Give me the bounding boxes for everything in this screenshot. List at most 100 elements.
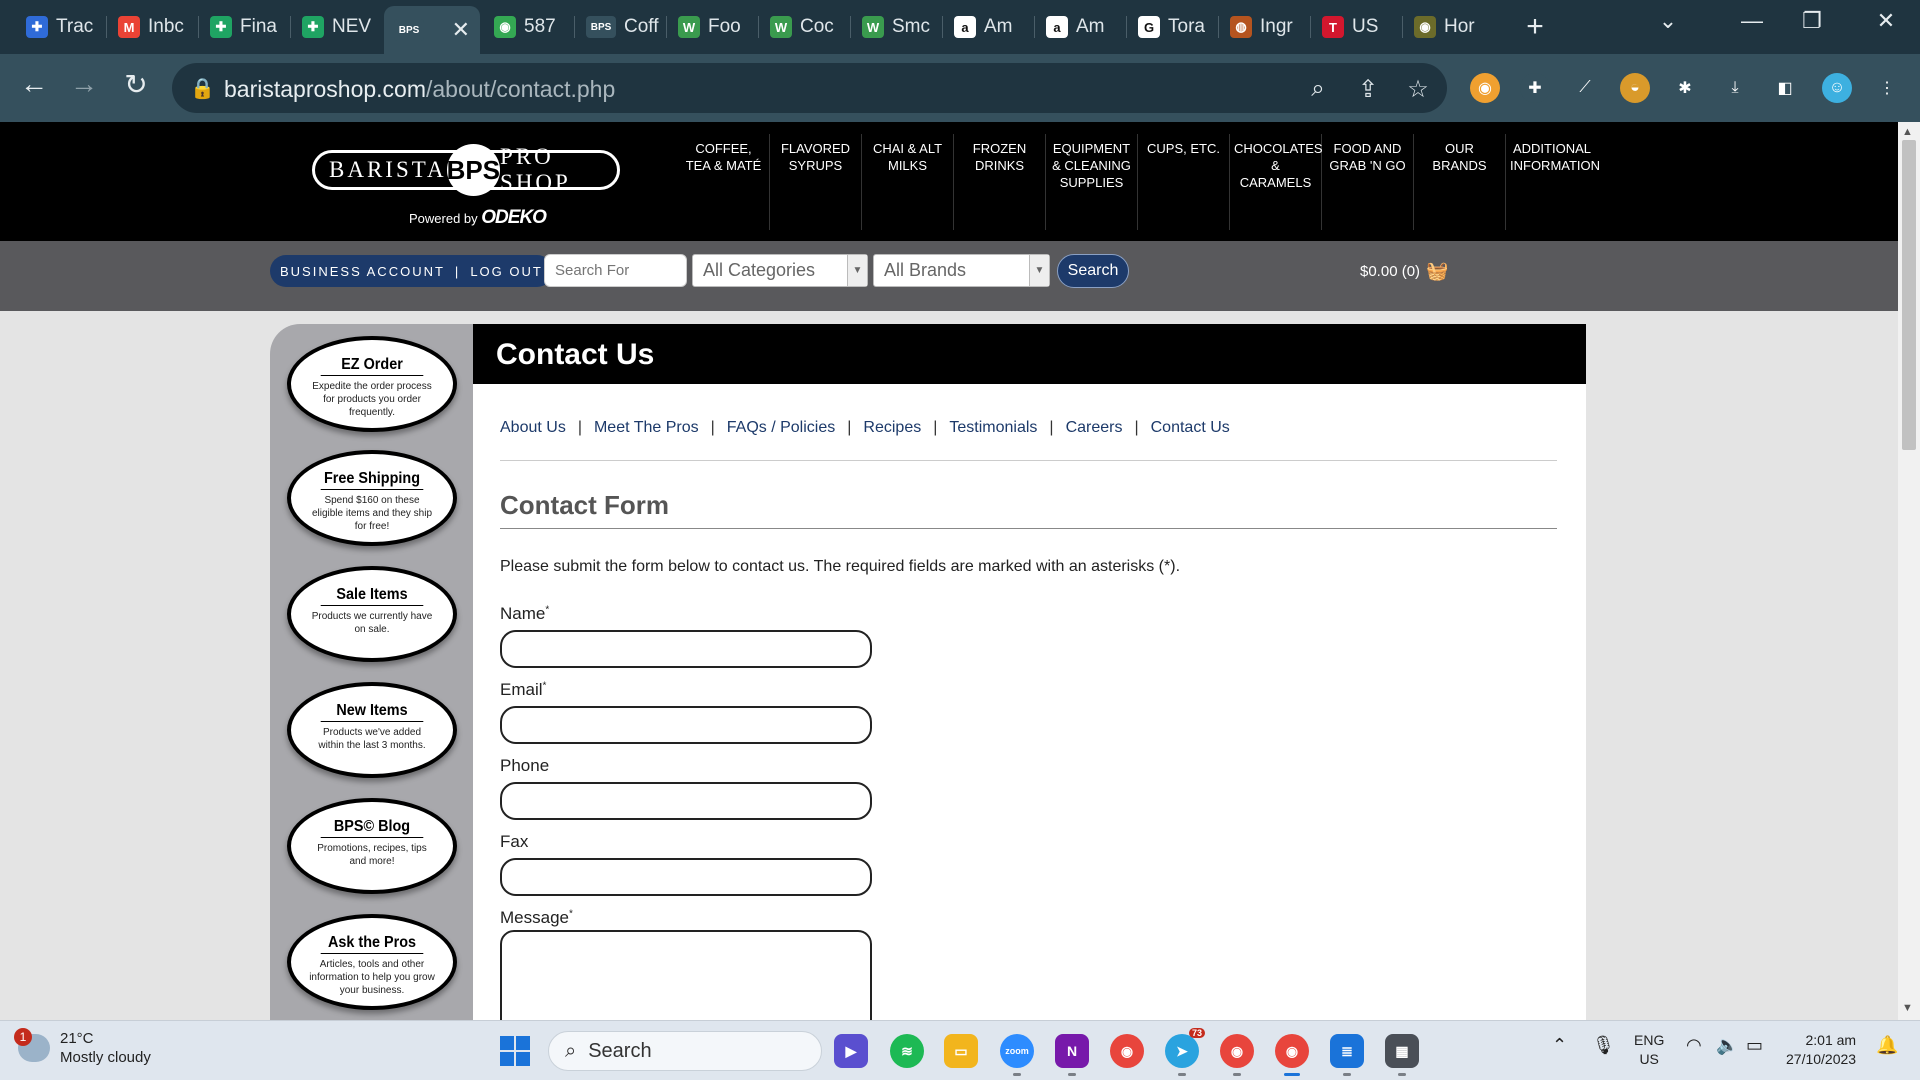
extension-2-icon[interactable]: ✚ — [1520, 73, 1550, 103]
nav-item[interactable]: OUR BRANDS — [1414, 134, 1506, 230]
meet-app-icon[interactable]: ▶ — [834, 1034, 868, 1068]
microphone-icon[interactable]: 🎙 — [1592, 1035, 1615, 1056]
browser-tab[interactable]: ✚ Trac — [16, 8, 108, 46]
browser-tab[interactable]: T US — [1312, 8, 1404, 46]
nav-item[interactable]: CUPS, ETC. — [1138, 134, 1230, 230]
nav-item[interactable]: CHAI & ALT MILKS — [862, 134, 954, 230]
browser-tab[interactable]: M Inbc — [108, 8, 200, 46]
weather-widget[interactable]: 1 21°C Mostly cloudy — [14, 1028, 151, 1067]
name-field[interactable] — [500, 630, 872, 668]
minimize-icon[interactable]: — — [1732, 8, 1772, 34]
nav-item[interactable]: FOOD AND GRAB 'N GO — [1322, 134, 1414, 230]
brands-select[interactable]: All Brands ▼ — [873, 254, 1050, 287]
site-logo[interactable]: BARISTA BPS PRO SHOP — [312, 144, 620, 196]
email-field[interactable] — [500, 706, 872, 744]
zoom-icon[interactable]: zoom — [1000, 1034, 1034, 1076]
extension-4-icon[interactable]: ◒ — [1620, 73, 1650, 103]
sidebar-bubble[interactable]: Free Shipping Spend $160 on these eligibl… — [287, 450, 457, 546]
address-bar[interactable]: 🔒 baristaproshop.com/about/contact.php ⌕… — [172, 63, 1447, 113]
browser-tab[interactable]: BPS ✕ — [384, 6, 480, 54]
browser-tab[interactable]: G Tora — [1128, 8, 1220, 46]
categories-select[interactable]: All Categories ▼ — [692, 254, 868, 287]
restore-icon[interactable]: ❐ — [1792, 8, 1832, 34]
close-window-icon[interactable]: ✕ — [1866, 8, 1906, 34]
new-tab-button[interactable]: + — [1518, 10, 1552, 44]
tray-overflow-icon[interactable]: ⌃ — [1552, 1035, 1567, 1056]
sidebar-bubble[interactable]: Sale Items Products we currently have on … — [287, 566, 457, 662]
fax-field[interactable] — [500, 858, 872, 896]
scroll-up-icon[interactable]: ▲ — [1902, 126, 1913, 138]
onenote-icon[interactable]: N — [1055, 1034, 1089, 1076]
spotify-icon[interactable]: ≋ — [890, 1034, 924, 1068]
browser-tab[interactable]: W Foo — [668, 8, 760, 46]
scrollbar-thumb[interactable] — [1902, 140, 1916, 450]
extension-3-icon[interactable]: ⟋ — [1570, 73, 1600, 103]
nav-item[interactable]: CHOCOLATES & CARAMELS — [1230, 134, 1323, 230]
nav-item[interactable]: ADDITIONAL INFORMATION — [1506, 134, 1600, 230]
extensions-puzzle-icon[interactable]: ✱ — [1670, 73, 1700, 103]
nav-item[interactable]: EQUIPMENT & CLEANING SUPPLIES — [1046, 134, 1138, 230]
reload-icon[interactable]: ↻ — [116, 68, 156, 101]
browser-tab[interactable]: W Coc — [760, 8, 852, 46]
file-explorer-icon[interactable]: ▭ — [944, 1034, 978, 1068]
nav-item[interactable]: FROZEN DRINKS — [954, 134, 1046, 230]
cart-summary[interactable]: $0.00 (0) 🧺 — [1360, 261, 1448, 282]
battery-icon[interactable]: ▭ — [1746, 1035, 1763, 1056]
browser-tab[interactable]: ✚ NEV — [292, 8, 384, 46]
chrome-profile-icon[interactable]: ◉ — [1220, 1034, 1254, 1076]
subnav-link[interactable]: Contact Us — [1151, 419, 1230, 437]
browser-tab[interactable]: ◍ Ingr — [1220, 8, 1312, 46]
page-scrollbar[interactable]: ▲ ▼ — [1898, 122, 1920, 1020]
zoom-icon[interactable]: ⌕ — [1302, 75, 1334, 103]
browser-tab[interactable]: ◉ 587 — [484, 8, 576, 46]
search-button[interactable]: Search — [1057, 254, 1129, 288]
chrome-active-icon[interactable]: ◉ — [1275, 1034, 1309, 1076]
extension-1-icon[interactable]: ◉ — [1470, 73, 1500, 103]
calculator-icon[interactable]: ▦ — [1385, 1034, 1419, 1076]
chrome-icon[interactable]: ◉ — [1110, 1034, 1144, 1068]
subnav-link[interactable]: Meet The Pros — [594, 419, 699, 437]
browser-tab[interactable]: a Am — [944, 8, 1036, 46]
phone-field[interactable] — [500, 782, 872, 820]
logout-link[interactable]: LOG OUT — [470, 264, 543, 279]
subnav-link[interactable]: About Us — [500, 419, 566, 437]
language-indicator[interactable]: ENG US — [1634, 1031, 1664, 1069]
browser-tab[interactable]: ◉ Hor — [1404, 8, 1496, 46]
scroll-down-icon[interactable]: ▼ — [1902, 1002, 1913, 1014]
forward-icon[interactable]: → — [64, 68, 104, 100]
nav-item[interactable]: COFFEE, TEA & MATÉ — [678, 134, 770, 230]
subnav-link[interactable]: Careers — [1066, 419, 1123, 437]
start-button[interactable] — [500, 1036, 530, 1066]
volume-icon[interactable]: 🔈 — [1716, 1035, 1738, 1056]
bookmark-star-icon[interactable]: ☆ — [1402, 75, 1434, 104]
sidebar-bubble[interactable]: New Items Products we've added within the… — [287, 682, 457, 778]
browser-tab[interactable]: a Am — [1036, 8, 1128, 46]
back-icon[interactable]: ← — [14, 68, 54, 100]
sidebar-bubble[interactable]: Ask the Pros Articles, tools and other in… — [287, 914, 457, 1010]
search-input[interactable] — [544, 254, 687, 287]
subnav-link[interactable]: Recipes — [863, 419, 921, 437]
business-account-link[interactable]: BUSINESS ACCOUNT — [280, 264, 445, 279]
nav-item[interactable]: FLAVORED SYRUPS — [770, 134, 862, 230]
browser-tab[interactable]: BPS Coff — [576, 8, 668, 46]
close-tab-icon[interactable]: ✕ — [452, 17, 470, 43]
subnav-link[interactable]: FAQs / Policies — [727, 419, 835, 437]
clock[interactable]: 2:01 am 27/10/2023 — [1786, 1031, 1856, 1069]
sidebar-bubble[interactable]: EZ Order Expedite the order process for p… — [287, 336, 457, 432]
telegram-icon[interactable]: ➤ 73 — [1165, 1028, 1205, 1076]
download-icon[interactable]: ⤓ — [1720, 73, 1750, 103]
message-textarea[interactable] — [500, 930, 872, 1020]
wifi-icon[interactable]: ◠ — [1686, 1035, 1702, 1056]
share-icon[interactable]: ⇪ — [1352, 75, 1384, 104]
side-panel-icon[interactable]: ◧ — [1770, 73, 1800, 103]
subnav-link[interactable]: Testimonials — [949, 419, 1037, 437]
notification-bell-icon[interactable]: 🔔 — [1876, 1035, 1898, 1056]
browser-tab[interactable]: W Smc — [852, 8, 944, 46]
browser-tab[interactable]: ✚ Fina — [200, 8, 292, 46]
tab-search-icon[interactable]: ⌄ — [1648, 8, 1688, 34]
notepad-icon[interactable]: ≣ — [1330, 1034, 1364, 1076]
menu-kebab-icon[interactable]: ⋮ — [1872, 73, 1902, 103]
sidebar-bubble[interactable]: BPS© Blog Promotions, recipes, tips and m… — [287, 798, 457, 894]
taskbar-search[interactable]: ⌕ Search — [548, 1031, 822, 1071]
profile-avatar-icon[interactable]: ☺ — [1822, 73, 1852, 103]
